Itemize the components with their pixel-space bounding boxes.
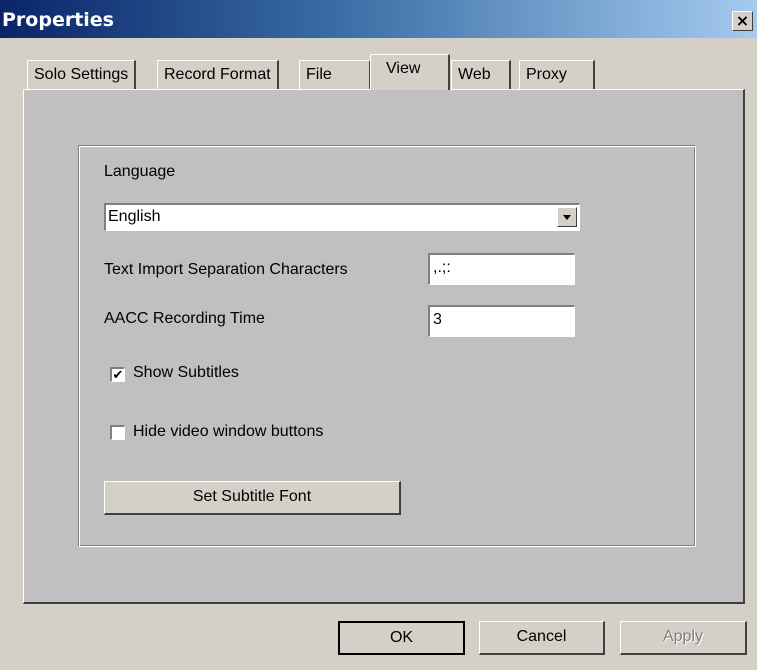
language-label: Language bbox=[104, 163, 176, 180]
show-subtitles-checkbox[interactable]: ✔ bbox=[110, 367, 125, 382]
window-title: Properties bbox=[2, 9, 114, 31]
show-subtitles-label: Show Subtitles bbox=[133, 364, 239, 381]
tab-label: Record Format bbox=[164, 66, 271, 83]
tab-web[interactable]: Web bbox=[451, 60, 511, 90]
tab-file[interactable]: File bbox=[299, 60, 371, 90]
language-select[interactable]: English bbox=[104, 203, 580, 231]
cancel-button[interactable]: Cancel bbox=[479, 621, 605, 655]
check-icon: ✔ bbox=[112, 367, 124, 382]
close-icon: × bbox=[735, 11, 750, 30]
separation-input[interactable]: ,.;: bbox=[428, 253, 575, 285]
separation-label: Text Import Separation Characters bbox=[104, 261, 348, 278]
language-value: English bbox=[108, 208, 161, 225]
hide-video-buttons-label: Hide video window buttons bbox=[133, 423, 324, 440]
aacc-label: AACC Recording Time bbox=[104, 310, 265, 327]
ok-button[interactable]: OK bbox=[338, 621, 465, 655]
tab-solo-settings[interactable]: Solo Settings bbox=[27, 60, 137, 90]
tab-proxy[interactable]: Proxy bbox=[519, 60, 595, 90]
close-button[interactable]: × bbox=[732, 11, 753, 31]
tab-view[interactable]: View bbox=[370, 54, 450, 90]
hide-video-buttons-checkbox[interactable] bbox=[110, 425, 125, 440]
set-subtitle-font-button[interactable]: Set Subtitle Font bbox=[104, 481, 401, 515]
tab-label: View bbox=[386, 60, 421, 77]
tab-label: File bbox=[306, 66, 332, 83]
title-bar: Properties × bbox=[0, 0, 757, 38]
aacc-recording-time-input[interactable]: 3 bbox=[428, 305, 575, 337]
apply-button[interactable]: Apply bbox=[620, 621, 747, 655]
tab-label: Web bbox=[458, 66, 491, 83]
chevron-down-icon[interactable] bbox=[557, 207, 577, 227]
tab-label: Solo Settings bbox=[34, 66, 129, 83]
tab-label: Proxy bbox=[526, 66, 567, 83]
tab-record-format[interactable]: Record Format bbox=[157, 60, 279, 90]
